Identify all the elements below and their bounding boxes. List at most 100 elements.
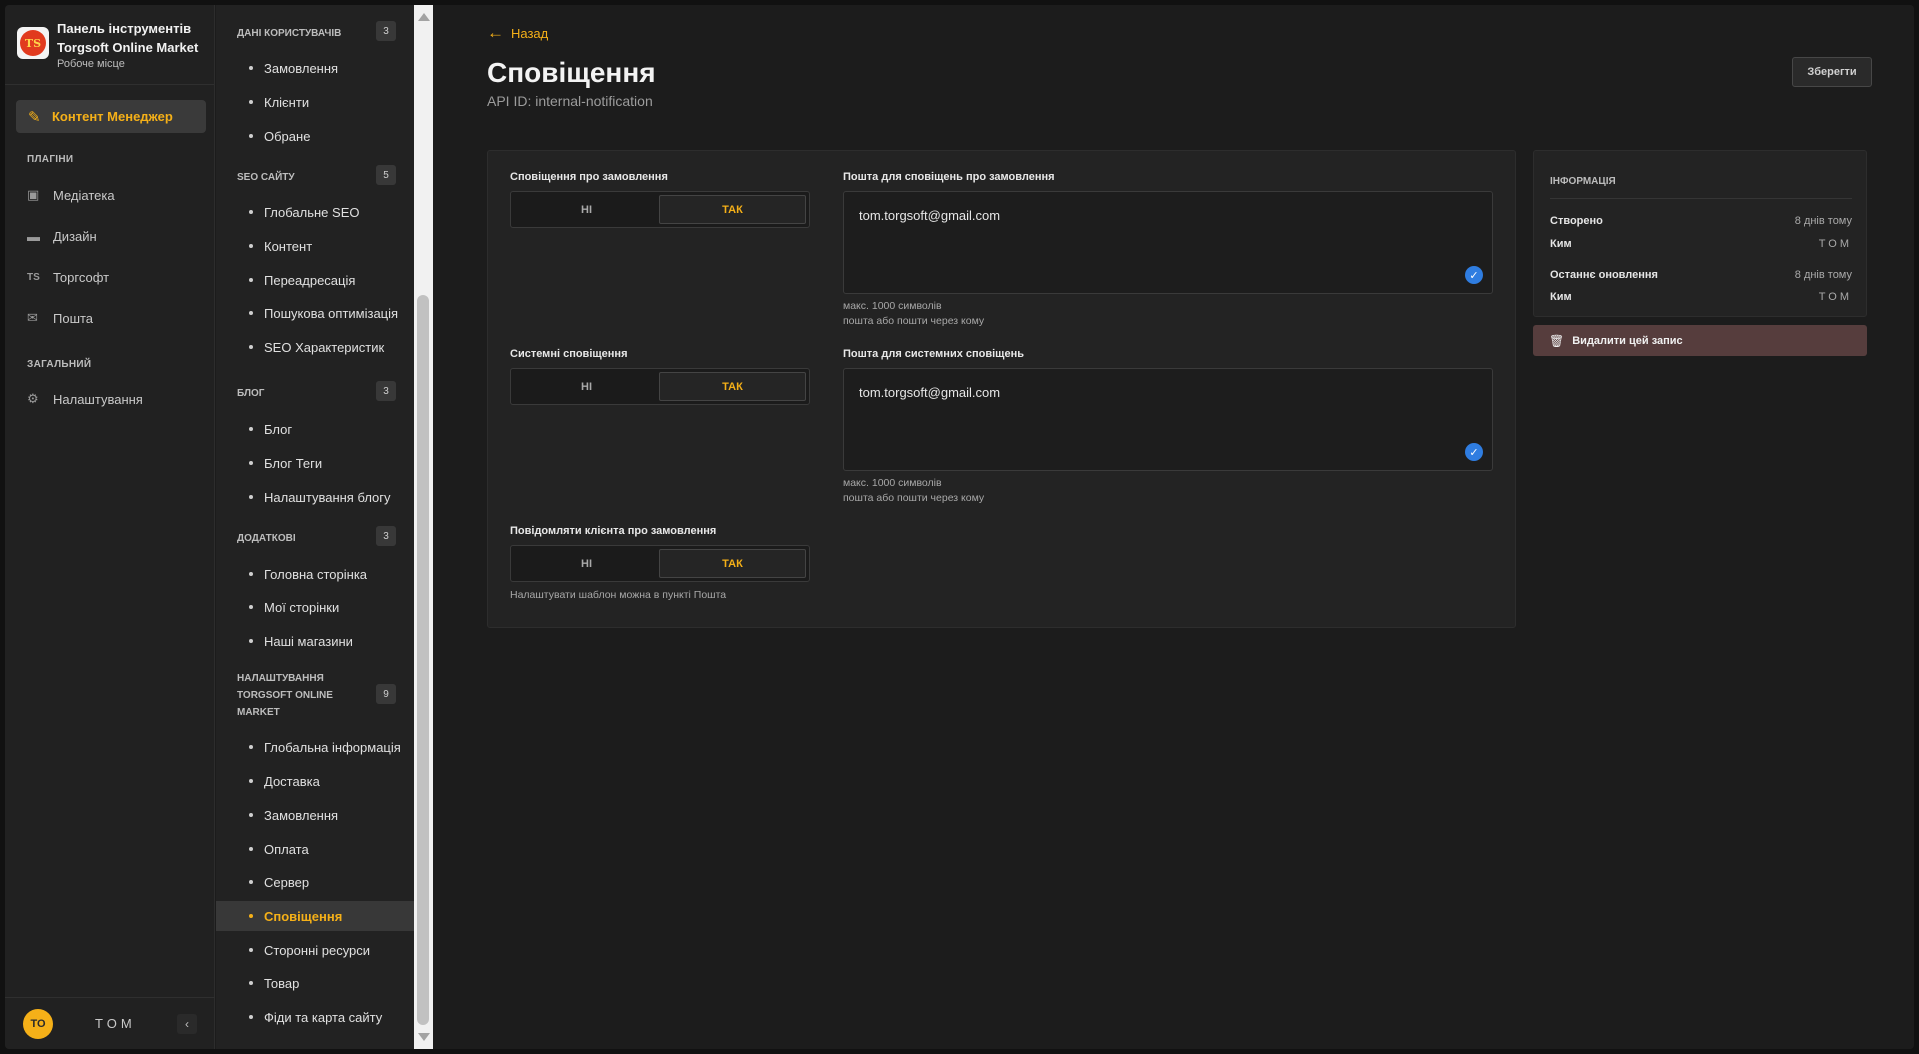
toggle-no[interactable]: НІ [514,195,659,224]
ct-item-label: Головна сторінка [264,566,368,582]
hint-line: пошта або пошти через кому [843,315,985,327]
order-email-value: tom.torgsoft@gmail.com [859,208,1001,223]
system-email-input[interactable]: tom.torgsoft@gmail.com ✓ [843,368,1493,471]
trash-icon: 🗑 [1549,333,1565,348]
delete-label: Видалити цей запис [1572,334,1683,347]
chevron-left-icon: ‹ [185,1017,189,1031]
nav-item-settings[interactable]: ⚙ Налаштування [27,388,143,410]
group-title-line: TORGSOFT ONLINE [237,690,333,701]
image-icon: ▣ [27,187,40,202]
group-count: 3 [376,381,396,401]
ct-item-global-seo[interactable]: Глобальне SEO [216,197,414,227]
ct-item-clients[interactable]: Клієнти [216,87,414,117]
collapse-sidebar-button[interactable]: ‹ [177,1014,197,1034]
toggle-yes[interactable]: ТАК [659,372,806,401]
ct-item-global-info[interactable]: Глобальна інформація [216,732,414,762]
envelope-icon: ✉ [27,310,38,325]
order-notify-toggle: НІ ТАК [510,191,810,228]
user-bar: TO TOM ‹ [5,997,215,1049]
ct-item-label: Обране [264,128,311,144]
toggle-no[interactable]: НІ [514,372,659,401]
ct-item-blog-tags[interactable]: Блог Теги [216,448,414,478]
ct-item-label: Сервер [264,874,310,890]
ct-item-third-party[interactable]: Сторонні ресурси [216,935,414,965]
info-row-updated-by: Ким TOM [1550,291,1852,303]
brand-subtitle: Робоче місце [57,58,125,70]
gear-icon: ⚙ [27,391,39,406]
nav-item-mail[interactable]: ✉ Пошта [27,307,93,329]
ct-item-home-page[interactable]: Головна сторінка [216,559,414,589]
ct-item-server[interactable]: Сервер [216,867,414,897]
ct-item-label: Фіди та карта сайту [264,1009,383,1025]
ct-item-label: Контент [264,238,313,254]
ct-item-label: Сповіщення [264,908,343,924]
save-button[interactable]: Зберегти [1792,57,1872,87]
paint-roller-icon: ▬ [27,228,40,244]
info-value: 8 днів тому [1794,269,1852,281]
ct-item-label: Блог [264,421,293,437]
ct-item-our-stores[interactable]: Наші магазини [216,626,414,656]
ct-item-seo-characteristics[interactable]: SEO Характеристик [216,332,414,362]
content-type-list: ДАНІ КОРИСТУВАЧІВ 3 Замовлення Клієнти О… [216,5,414,1049]
scroll-thumb[interactable] [417,295,429,1025]
ct-item-delivery[interactable]: Доставка [216,766,414,796]
back-link[interactable]: ← Назад [487,24,548,41]
ct-item-redirect[interactable]: Переадресація [216,265,414,295]
ct-item-content[interactable]: Контент [216,231,414,261]
client-notify-toggle: НІ ТАК [510,545,810,582]
ct-item-label: Товар [264,975,300,991]
ct-item-label: Наші магазини [264,633,353,649]
ct-item-product[interactable]: Товар [216,968,414,998]
ct-item-label: Переадресація [264,272,356,288]
ct-item-my-pages[interactable]: Мої сторінки [216,592,414,622]
ct-item-orders[interactable]: Замовлення [216,53,414,83]
order-email-input[interactable]: tom.torgsoft@gmail.com ✓ [843,191,1493,294]
client-notify-label: Повідомляти клієнта про замовлення [510,525,717,537]
group-title-line: MARKET [237,707,280,718]
ct-item-notifications[interactable]: Сповіщення [216,901,414,931]
ts-icon: TS [27,271,40,283]
ct-item-feeds-sitemap[interactable]: Фіди та карта сайту [216,1002,414,1032]
user-name: TOM [95,1016,136,1031]
info-value: TOM [1818,238,1852,250]
toggle-yes[interactable]: ТАК [659,549,806,578]
group-count: 3 [376,21,396,41]
hint-line: макс. 1000 символів [843,477,942,489]
toggle-yes[interactable]: ТАК [659,195,806,224]
group-count: 9 [376,684,396,704]
ct-item-label: Замовлення [264,60,339,76]
brand-logo: TS [17,27,49,59]
avatar[interactable]: TO [23,1008,53,1039]
info-row-created-by: Ким TOM [1550,238,1852,250]
scrollbar[interactable] [414,5,433,1049]
ct-item-payment[interactable]: Оплата [216,834,414,864]
nav-item-design[interactable]: ▬ Дизайн [27,225,97,247]
app-sidebar: TS Панель інструментів Torgsoft Online M… [5,5,215,1049]
ct-item-label: Блог Теги [264,455,323,471]
info-value: 8 днів тому [1794,215,1852,227]
group-title-user-data: ДАНІ КОРИСТУВАЧІВ [237,28,342,39]
toggle-no[interactable]: НІ [514,549,659,578]
order-email-label: Пошта для сповіщень про замовлення [843,171,1055,183]
nav-item-content-manager[interactable]: ✎ Контент Менеджер [16,100,206,133]
scroll-up-icon[interactable] [418,13,430,21]
nav-item-media[interactable]: ▣ Медіатека [27,184,115,206]
ct-item-search-optimization[interactable]: Пошукова оптимізація [216,298,414,328]
nav-item-label: Пошта [53,310,94,326]
brand: TS Панель інструментів Torgsoft Online M… [5,5,214,85]
delete-entry-button[interactable]: 🗑 Видалити цей запис [1533,325,1867,356]
api-id: API ID: internal-notification [487,93,653,109]
ct-item-blog-settings[interactable]: Налаштування блогу [216,482,414,512]
edit-form-card: Сповіщення про замовлення НІ ТАК Пошта д… [487,150,1516,628]
nav-item-torgsoft[interactable]: TS Торгсофт [27,266,109,288]
page-title: Сповіщення [487,57,656,88]
ct-item-orders-settings[interactable]: Замовлення [216,800,414,830]
info-row-updated: Останнє оновлення 8 днів тому [1550,269,1852,281]
scroll-down-icon[interactable] [418,1033,430,1041]
ct-item-label: Сторонні ресурси [264,942,371,958]
nav-item-label: Налаштування [53,391,143,407]
ct-item-blog[interactable]: Блог [216,414,414,444]
group-count: 3 [376,526,396,546]
system-email-label: Пошта для системних сповіщень [843,348,1024,360]
ct-item-favorites[interactable]: Обране [216,121,414,151]
